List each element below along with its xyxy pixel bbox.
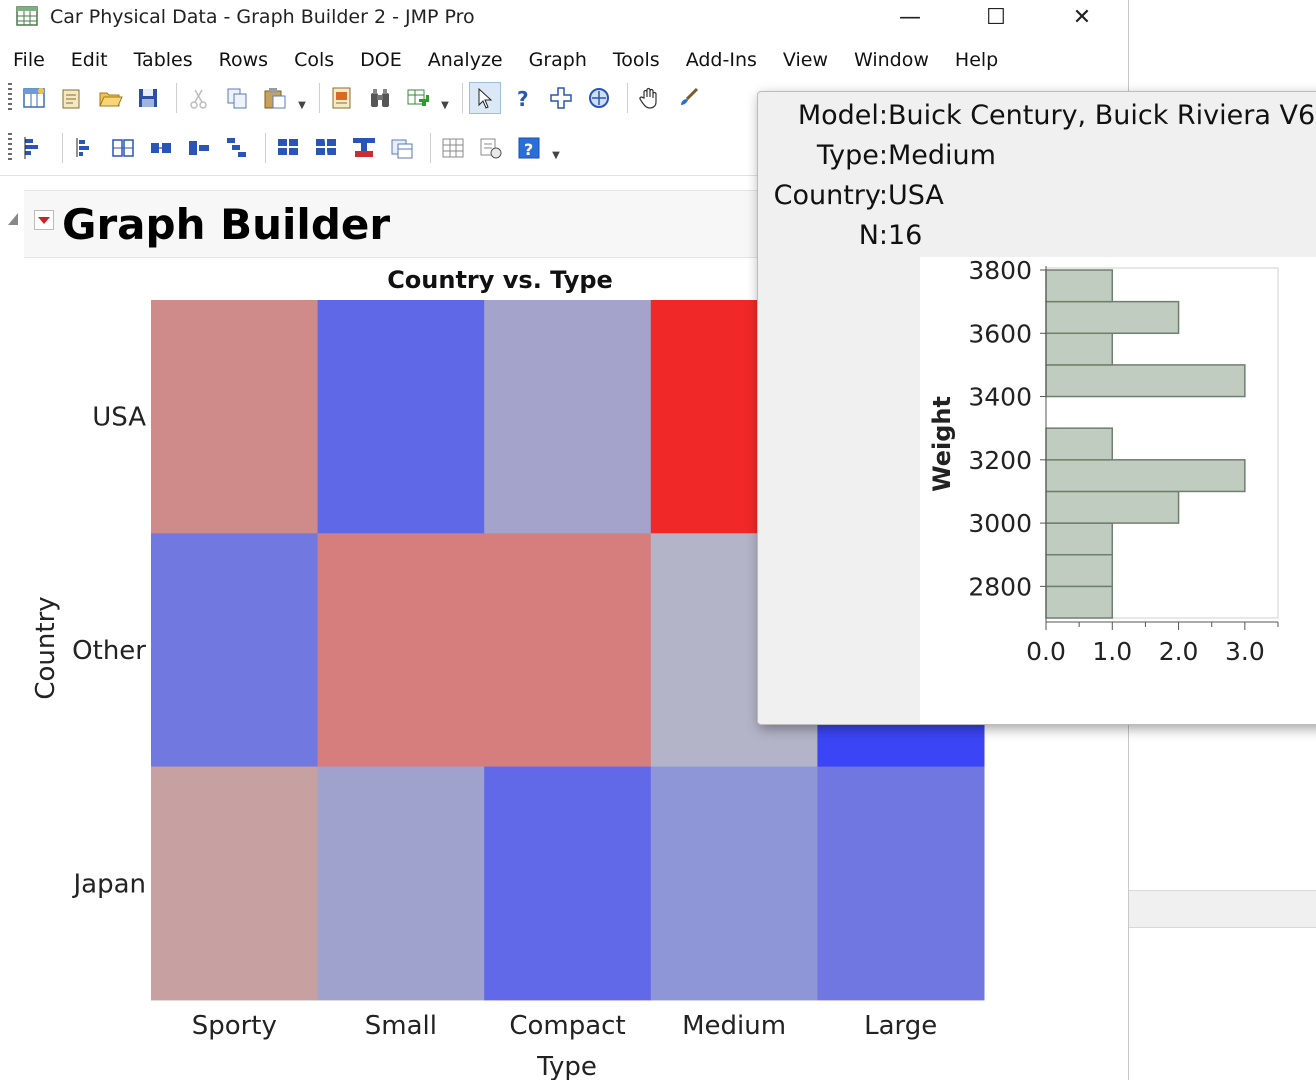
weight-histogram: 2800 3000 3200 3400 3600 3800 0.0 1.0 2.0 3.0 We… <box>928 256 1279 666</box>
x-tick-label: Compact <box>509 1011 625 1041</box>
histogram-bar <box>1045 269 1114 303</box>
histogram-bar <box>1045 332 1114 366</box>
chart-title: Country vs. Type <box>387 266 613 294</box>
histogram-x-tick-label: 1.0 <box>1092 637 1132 666</box>
histogram-x-tick-label: 0.0 <box>1026 637 1066 666</box>
heatmap-cell[interactable] <box>484 300 652 534</box>
histogram-bar <box>1045 427 1114 461</box>
histogram-y-tick-label: 2800 <box>968 572 1032 601</box>
heatmap-cell[interactable] <box>151 766 319 1001</box>
histogram-bar <box>1045 553 1114 588</box>
histogram-bar <box>1045 300 1180 335</box>
histogram-bar <box>1045 490 1180 524</box>
histogram-y-tick-label: 3400 <box>968 383 1032 412</box>
heatmap-cell[interactable] <box>484 533 652 768</box>
x-tick-label: Sporty <box>192 1011 277 1041</box>
hover-tooltip: Model:Buick Century, Buick Riviera V6, .… <box>757 91 1316 725</box>
x-tick-label: Large <box>864 1011 937 1041</box>
y-tick-label: Japan <box>71 869 146 899</box>
y-tick-label: Other <box>72 636 146 666</box>
histogram-x-tick-label: 2.0 <box>1159 637 1199 666</box>
histogram-y-axis-label: Weight <box>928 396 956 492</box>
histogram-bar <box>1045 585 1114 619</box>
histogram-bar <box>1045 522 1114 556</box>
heatmap-cell[interactable] <box>484 766 652 1001</box>
y-axis-label: Country <box>31 596 61 699</box>
heatmap-cell[interactable] <box>650 766 818 1001</box>
x-tick-label: Small <box>365 1011 437 1041</box>
histogram-y-tick-label: 3800 <box>968 256 1032 285</box>
heatmap-cell[interactable] <box>317 533 485 768</box>
heatmap-cell[interactable] <box>317 766 485 1001</box>
y-tick-label: USA <box>92 403 146 433</box>
histogram-x-tick-label: 3.0 <box>1225 637 1265 666</box>
histogram-y-tick-label: 3600 <box>968 319 1032 348</box>
histogram-bar <box>1045 364 1246 398</box>
x-tick-label: Medium <box>682 1011 786 1041</box>
histogram-y-tick-label: 3200 <box>968 446 1032 475</box>
heatmap-cell[interactable] <box>151 300 319 534</box>
histogram-y-tick-label: 3000 <box>968 509 1032 538</box>
heatmap-cell[interactable] <box>317 300 485 534</box>
heatmap-cell[interactable] <box>151 533 319 768</box>
heatmap-cell[interactable] <box>817 766 985 1001</box>
histogram-bar <box>1045 459 1246 493</box>
x-axis-label: Type <box>536 1052 597 1080</box>
